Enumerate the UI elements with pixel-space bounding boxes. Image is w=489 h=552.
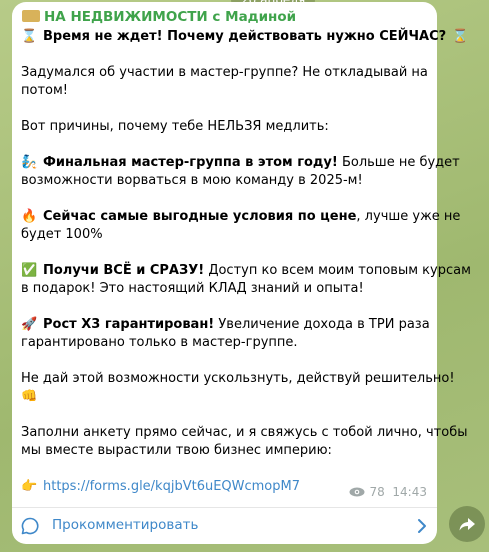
paragraph-1-line-1: Задумался об участии в мастер-группе? Не… bbox=[21, 65, 428, 80]
message-bubble: НА НЕДВИЖИМОСТИ с Мадиной ⌛ Время не ждет… bbox=[12, 2, 471, 544]
message-text: ⌛ Время не ждет! Почему действовать нужно… bbox=[21, 28, 471, 496]
comment-icon bbox=[21, 517, 39, 535]
comments-label: Прокомментировать bbox=[52, 517, 199, 533]
hourglass-icon: ⌛ bbox=[21, 29, 38, 44]
list-item-line-2: будет 100% bbox=[21, 227, 103, 242]
fist-icon: 👊 bbox=[21, 389, 38, 404]
rocket-icon: 🚀 bbox=[21, 317, 38, 332]
money-icon bbox=[22, 10, 40, 22]
paragraph-2: Вот причины, почему тебе НЕЛЬЗЯ медлить: bbox=[21, 119, 329, 134]
share-icon bbox=[459, 518, 475, 531]
list-item: 🧞 Финальная мастер-группа в этом году! Бо… bbox=[21, 155, 460, 170]
views-count: 78 bbox=[369, 485, 385, 499]
fire-icon: 🔥 bbox=[21, 209, 38, 224]
chevron-right-icon bbox=[418, 519, 426, 533]
list-item: 🚀 Рост Х3 гарантирован! Увеличение дохода… bbox=[21, 317, 430, 332]
eye-icon bbox=[349, 487, 365, 497]
pointing-hand-icon: 👉 bbox=[21, 479, 38, 494]
paragraph-1-line-2: потом! bbox=[21, 83, 68, 98]
paragraph-3-emoji: 👊 bbox=[21, 388, 425, 406]
channel-name[interactable]: НА НЕДВИЖИМОСТИ с Мадиной bbox=[22, 9, 296, 25]
list-item: ✅ Получи ВСЁ и СРАЗУ! Доступ ко всем моим… bbox=[21, 263, 471, 278]
paragraph-4-line-2: мы вместе вырастили твою бизнес империю: bbox=[21, 443, 332, 458]
check-icon: ✅ bbox=[21, 263, 38, 278]
form-link[interactable]: https://forms.gle/kqjbVt6uEQWcmopM7 bbox=[43, 479, 300, 494]
paragraph-4-line-1: Заполни анкету прямо сейчас, и я свяжусь… bbox=[21, 425, 468, 440]
list-item-line-2: возможности ворваться в мою команду в 20… bbox=[21, 173, 363, 188]
share-button[interactable] bbox=[449, 506, 485, 542]
message-meta: 78 14:43 bbox=[349, 485, 427, 499]
message-title: ⌛ Время не ждет! Почему действовать нужно… bbox=[21, 29, 469, 44]
list-item: 🔥 Сейчас самые выгодные условия по цене, … bbox=[21, 209, 461, 224]
channel-name-text: НА НЕДВИЖИМОСТИ с Мадиной bbox=[44, 9, 297, 25]
list-item-line-2: гарантировано только в мастер-группе. bbox=[21, 335, 298, 350]
paragraph-3: Не дай этой возможности ускользнуть, дей… bbox=[21, 371, 455, 386]
comments-button[interactable]: Прокомментировать bbox=[12, 508, 437, 544]
message-time: 14:43 bbox=[392, 485, 427, 499]
list-item-line-2: в подарок! Это настоящий КЛАД знаний и о… bbox=[21, 281, 364, 296]
hourglass-icon: ⌛ bbox=[452, 29, 469, 44]
genie-icon: 🧞 bbox=[21, 155, 38, 170]
